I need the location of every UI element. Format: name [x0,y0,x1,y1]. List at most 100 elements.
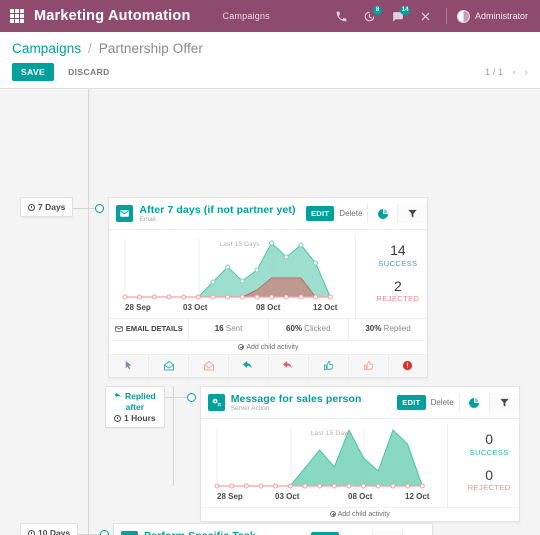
workflow-node-1: 7 Days After 7 days (if not partner yet)… [20,197,429,378]
node-1-tick-1: 03 Oct [183,303,208,312]
node-1-add-child-activity[interactable]: Add child activity [109,339,428,354]
node-2-card: Message for sales person Server Action E… [199,386,520,522]
plus-icon [238,343,245,350]
node-2-connector [164,397,187,398]
workflow-node-3: 10 Days Perform Specific Task Server Act… [20,523,434,535]
breadcrumb-separator: / [88,41,92,56]
node-1-chart: Last 15 Days 28 Sep 03 Oct 08 Oct 12 Oct [109,235,355,318]
not-clicked-icon[interactable] [347,354,388,377]
node-1-connector [73,208,96,209]
node-1-graph-view-button[interactable] [367,204,398,223]
pager-next-button[interactable]: › [525,67,528,78]
phone-icon[interactable] [334,9,349,24]
node-1-success-label: SUCCESS [378,259,418,268]
close-icon[interactable] [418,9,433,24]
pager-count: 1 / 1 [484,66,504,78]
breadcrumb-campaigns[interactable]: Campaigns [12,41,81,56]
user-avatar [456,9,470,23]
node-1-chart-block: Last 15 Days 28 Sep 03 Oct 08 Oct 12 Oct… [109,230,427,318]
node-1-card-header: After 7 days (if not partner yet) Email … [109,198,428,230]
clicked-icon[interactable] [307,354,348,377]
bounced-icon[interactable] [387,354,428,377]
node-3-graph-view-button[interactable] [372,530,403,535]
node-1-title: After 7 days (if not partner yet) [139,204,296,216]
appbar-divider [445,8,447,24]
node-1-card: After 7 days (if not partner yet) Email … [108,197,429,378]
user-name: Administrator [474,11,528,21]
clock-activity-icon[interactable]: 8 [362,5,382,24]
activity-badge: 8 [372,5,382,15]
apps-grid-icon[interactable] [10,9,24,23]
node-2-dot[interactable] [186,393,196,402]
node-2-add-child-activity[interactable]: Add child activity [200,507,519,521]
node-2-success-value: 0 [485,431,494,447]
user-menu[interactable]: Administrator [456,9,528,23]
node-2-time-badge[interactable]: Replied after 1 Hours [105,386,165,428]
node-2-card-header: Message for sales person Server Action E… [200,387,519,419]
node-2-edit-button[interactable]: EDIT [397,395,426,410]
opened-icon[interactable] [148,354,188,377]
messages-icon[interactable]: 14 [390,5,410,24]
node-2-title: Message for sales person [230,393,362,405]
workflow-node-2: Replied after 1 Hours Message for sales … [105,386,520,522]
node-1-clicked-value: 60% [286,324,303,333]
node-1-email-details-row: EMAIL DETAILS 16 Sent 60% Clicked 30% Re… [109,318,428,340]
node-2-chart-title: Last 15 Days [310,430,352,437]
node-2-filter-button[interactable] [488,393,519,412]
node-1-chart-title: Last 15 Days [219,241,260,248]
node-1-time-text: 7 Days [38,202,66,212]
node-1-tick-2: 08 Oct [256,303,281,312]
clock-icon [114,414,122,422]
node-3-dot[interactable] [100,530,110,535]
node-1-email-details-label-cell[interactable]: EMAIL DETAILS [109,319,188,340]
workflow-canvas: 7 Days After 7 days (if not partner yet)… [0,89,540,535]
pointer-not-opened-icon[interactable] [109,355,148,377]
email-details-label: EMAIL DETAILS [115,324,183,333]
save-button[interactable]: SAVE [12,63,55,81]
replied-icon[interactable] [228,354,268,377]
node-3-titles: Perform Specific Task Server Action [144,530,311,535]
pager-previous-button[interactable]: ‹ [512,67,515,78]
node-2-rejected-value: 0 [485,467,494,483]
node-2-success-label: SUCCESS [469,448,509,457]
node-2-tick-0: 28 Sep [217,492,243,501]
node-1-edit-button[interactable]: EDIT [306,206,335,221]
node-1-time-badge[interactable]: 7 Days [20,197,74,217]
node-2-titles: Message for sales person Server Action [231,393,398,412]
node-3-time-badge[interactable]: 10 Days [20,523,79,535]
node-2-tick-2: 08 Oct [348,492,373,501]
node-3-card-header: Perform Specific Task Server Action EDIT… [114,524,433,535]
discard-button[interactable]: DISCARD [60,63,118,81]
pager: 1 / 1 ‹ › [485,67,528,78]
node-3-filter-button[interactable] [402,530,433,535]
control-panel-actions: SAVE DISCARD 1 / 1 ‹ › [12,63,528,81]
node-1-sent-label: Sent [225,324,243,333]
node-1-area-chart: 28 Sep 03 Oct 08 Oct 12 Oct [122,239,338,312]
node-2-subtitle: Server Action [230,405,270,412]
node-1-dot[interactable] [95,204,105,213]
reply-icon [114,392,121,398]
node-1-rejected-label: REJECTED [376,294,420,303]
not-replied-icon[interactable] [267,354,308,377]
menu-item-campaigns[interactable]: Campaigns [223,11,270,21]
node-2-tick-1: 03 Oct [275,492,300,501]
node-2-graph-view-button[interactable] [458,393,489,412]
app-title: Marketing Automation [34,8,191,24]
breadcrumb-current: Partnership Offer [98,41,204,56]
node-1-sent-cell: 16 Sent [188,319,268,340]
server-action-icon [121,531,139,535]
app-top-bar: Marketing Automation Campaigns 8 14 Admi… [0,0,540,32]
node-1-replied-value: 30% [365,324,382,333]
not-opened-icon[interactable] [188,354,228,377]
node-2-stats: 0 SUCCESS 0 REJECTED [446,424,531,507]
node-2-delete-button[interactable]: Delete [426,395,459,410]
node-1-replied-cell: 30% Replied [347,319,428,340]
node-1-rejected-value: 2 [394,278,402,294]
node-1-tick-0: 28 Sep [125,303,151,312]
node-2-area-chart: 28 Sep 03 Oct 08 Oct 12 Oct [214,428,429,501]
breadcrumb: Campaigns / Partnership Offer [12,41,528,56]
node-1-delete-button[interactable]: Delete [334,206,367,221]
node-1-stats: 14 SUCCESS 2 REJECTED [355,235,439,318]
node-1-titles: After 7 days (if not partner yet) Email [139,204,306,223]
node-1-filter-button[interactable] [397,204,428,223]
